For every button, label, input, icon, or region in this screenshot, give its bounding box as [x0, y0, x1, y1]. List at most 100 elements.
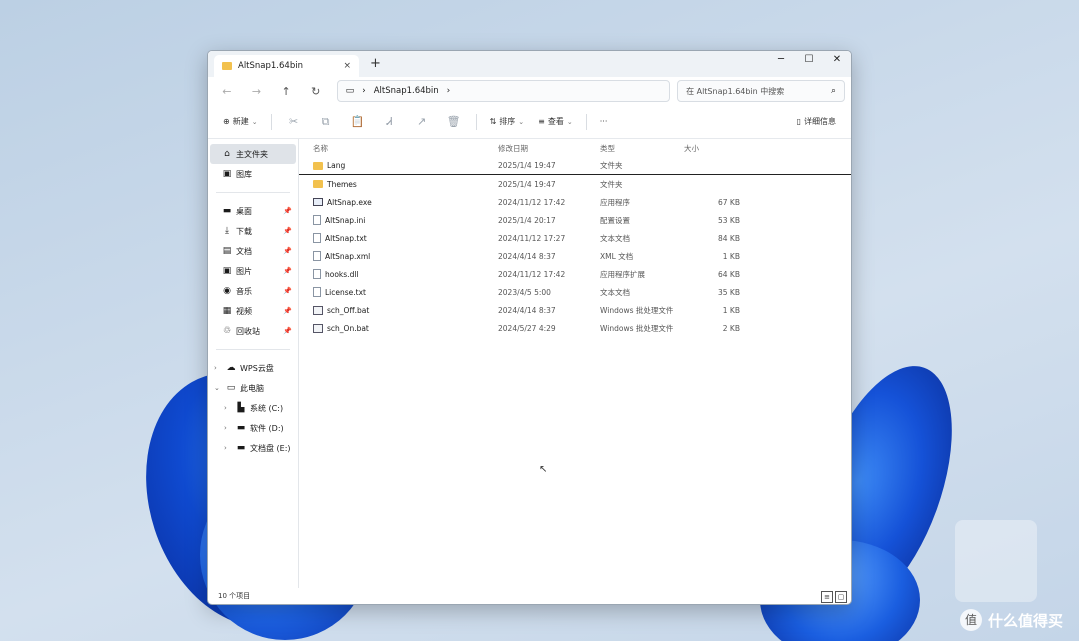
new-label: 新建: [232, 117, 249, 126]
file-size: 1 KB: [722, 305, 740, 315]
search-input[interactable]: 在 AltSnap1.64bin 中搜索 ⌕: [677, 80, 845, 102]
nav-label: 视频: [236, 306, 252, 316]
chevron-right-icon[interactable]: ›: [214, 364, 222, 372]
nav-item-home[interactable]: ⌂ 主文件夹: [210, 144, 296, 164]
nav-item-this-pc[interactable]: ⌄ ▭ 此电脑: [208, 378, 298, 398]
nav-item-drive-d[interactable]: › ▬ 软件 (D:): [208, 418, 298, 438]
nav-item-gallery[interactable]: ▣ 图库: [208, 164, 298, 184]
nav-item-videos[interactable]: ▦ 视频 📌: [208, 301, 298, 321]
nav-item-pictures[interactable]: ▣ 图片 📌: [208, 261, 298, 281]
maximize-button[interactable]: ☐: [795, 51, 823, 69]
recycle-bin-icon: ♲: [222, 326, 232, 336]
file-row[interactable]: License.txt 2023/4/5 5:00 文本文档 35 KB: [299, 283, 851, 301]
up-button[interactable]: ↑: [273, 85, 299, 98]
file-name: Themes: [313, 180, 498, 189]
details-pane-button[interactable]: ▯ 详细信息: [792, 116, 841, 127]
forward-button[interactable]: →: [244, 85, 270, 98]
file-explorer-window: AltSnap1.64bin × + ─ ☐ ✕ ← → ↑ ↻ ▭ › Alt…: [207, 50, 852, 605]
file-date: 2023/4/5 5:00: [498, 287, 551, 297]
close-button[interactable]: ✕: [823, 51, 851, 69]
file-row[interactable]: AltSnap.exe 2024/11/12 17:42 应用程序 67 KB: [299, 193, 851, 211]
column-header-date[interactable]: 修改日期: [498, 143, 600, 154]
column-header-name[interactable]: 名称: [313, 143, 498, 154]
file-name: License.txt: [313, 287, 498, 297]
file-size: 67 KB: [718, 197, 740, 207]
file-date: 2024/11/12 17:42: [498, 197, 566, 207]
file-row[interactable]: Lang 2025/1/4 19:47 文件夹: [299, 157, 851, 175]
sort-button[interactable]: ⇅ 排序 ⌄: [485, 116, 530, 127]
nav-label: 此电脑: [240, 383, 264, 393]
file-name: AltSnap.txt: [313, 233, 498, 243]
file-date: 2024/4/14 8:37: [498, 251, 556, 261]
nav-label: 图片: [236, 266, 252, 276]
column-header-size[interactable]: 大小: [684, 143, 740, 154]
nav-item-downloads[interactable]: ⤓ 下载 📌: [208, 221, 298, 241]
file-list-header: 名称 修改日期 类型 大小: [299, 139, 851, 157]
new-tab-button[interactable]: +: [370, 56, 381, 71]
nav-item-music[interactable]: ◉ 音乐 📌: [208, 281, 298, 301]
file-row[interactable]: AltSnap.txt 2024/11/12 17:27 文本文档 84 KB: [299, 229, 851, 247]
pin-icon[interactable]: 📌: [283, 227, 292, 235]
share-button[interactable]: ↗: [408, 115, 436, 128]
chevron-right-icon[interactable]: ›: [447, 86, 451, 96]
column-header-type[interactable]: 类型: [600, 143, 684, 154]
file-row[interactable]: hooks.dll 2024/11/12 17:42 应用程序扩展 64 KB: [299, 265, 851, 283]
nav-item-wps-cloud[interactable]: › ☁ WPS云盘: [208, 358, 298, 378]
delete-button[interactable]: 🗑: [440, 115, 468, 128]
back-button[interactable]: ←: [214, 85, 240, 98]
chevron-right-icon[interactable]: ›: [362, 86, 366, 96]
minimize-button[interactable]: ─: [767, 51, 795, 69]
nav-item-desktop[interactable]: ▬ 桌面 📌: [208, 201, 298, 221]
path-input[interactable]: ▭ › AltSnap1.64bin ›: [336, 80, 671, 102]
new-button[interactable]: ⊕ 新建 ⌄: [218, 116, 263, 127]
chevron-down-icon[interactable]: ⌄: [214, 384, 222, 392]
batch-file-icon: [313, 305, 323, 315]
breadcrumb-segment[interactable]: AltSnap1.64bin: [374, 86, 439, 96]
copy-button[interactable]: ⧉: [312, 115, 340, 129]
cut-button[interactable]: ✂: [280, 115, 308, 128]
tiles-view-button[interactable]: ▢: [835, 591, 847, 603]
file-row[interactable]: AltSnap.ini 2025/1/4 20:17 配置设置 53 KB: [299, 211, 851, 229]
pin-icon[interactable]: 📌: [283, 207, 292, 215]
pin-icon[interactable]: 📌: [283, 247, 292, 255]
videos-icon: ▦: [222, 306, 232, 316]
document-icon: [313, 287, 321, 297]
file-type: 应用程序: [600, 197, 630, 207]
more-button[interactable]: ···: [595, 117, 613, 126]
nav-label: 主文件夹: [236, 149, 268, 159]
tab-close-icon[interactable]: ×: [343, 61, 351, 71]
file-size: 53 KB: [718, 215, 740, 225]
nav-item-drive-c[interactable]: › ▙ 系统 (C:): [208, 398, 298, 418]
file-row[interactable]: sch_Off.bat 2024/4/14 8:37 Windows 批处理文件 1 …: [299, 301, 851, 319]
rename-icon: Ꮧ: [386, 114, 393, 128]
document-icon: [313, 251, 321, 261]
chevron-right-icon[interactable]: ›: [224, 424, 232, 432]
file-row[interactable]: AltSnap.xml 2024/4/14 8:37 XML 文档 1 KB: [299, 247, 851, 265]
refresh-button[interactable]: ↻: [303, 85, 329, 98]
file-type: 配置设置: [600, 215, 630, 225]
details-view-button[interactable]: ≡: [821, 591, 833, 603]
view-label: 查看: [547, 117, 564, 126]
nav-label: 文档盘 (E:): [250, 443, 291, 453]
pin-icon[interactable]: 📌: [283, 287, 292, 295]
folder-icon: [313, 161, 323, 170]
paste-button[interactable]: 📋: [344, 115, 372, 128]
file-row[interactable]: sch_On.bat 2024/5/27 4:29 Windows 批处理文件 2 K…: [299, 319, 851, 337]
tab-altsnap[interactable]: AltSnap1.64bin ×: [214, 55, 359, 77]
chevron-right-icon[interactable]: ›: [224, 404, 232, 412]
file-size: 84 KB: [718, 233, 740, 243]
file-row[interactable]: Themes 2025/1/4 19:47 文件夹: [299, 175, 851, 193]
sort-label: 排序: [499, 117, 516, 126]
nav-item-drive-e[interactable]: › ▬ 文档盘 (E:): [208, 438, 298, 458]
rename-button[interactable]: Ꮧ: [376, 115, 404, 129]
chevron-right-icon[interactable]: ›: [224, 444, 232, 452]
cloud-icon: ☁: [226, 363, 236, 373]
nav-item-documents[interactable]: ▤ 文档 📌: [208, 241, 298, 261]
file-name-text: License.txt: [325, 287, 366, 297]
view-button[interactable]: ≡ 查看 ⌄: [533, 116, 578, 127]
file-name: Lang: [313, 161, 498, 170]
pin-icon[interactable]: 📌: [283, 327, 292, 335]
pin-icon[interactable]: 📌: [283, 267, 292, 275]
nav-item-recycle-bin[interactable]: ♲ 回收站 📌: [208, 321, 298, 341]
pin-icon[interactable]: 📌: [283, 307, 292, 315]
